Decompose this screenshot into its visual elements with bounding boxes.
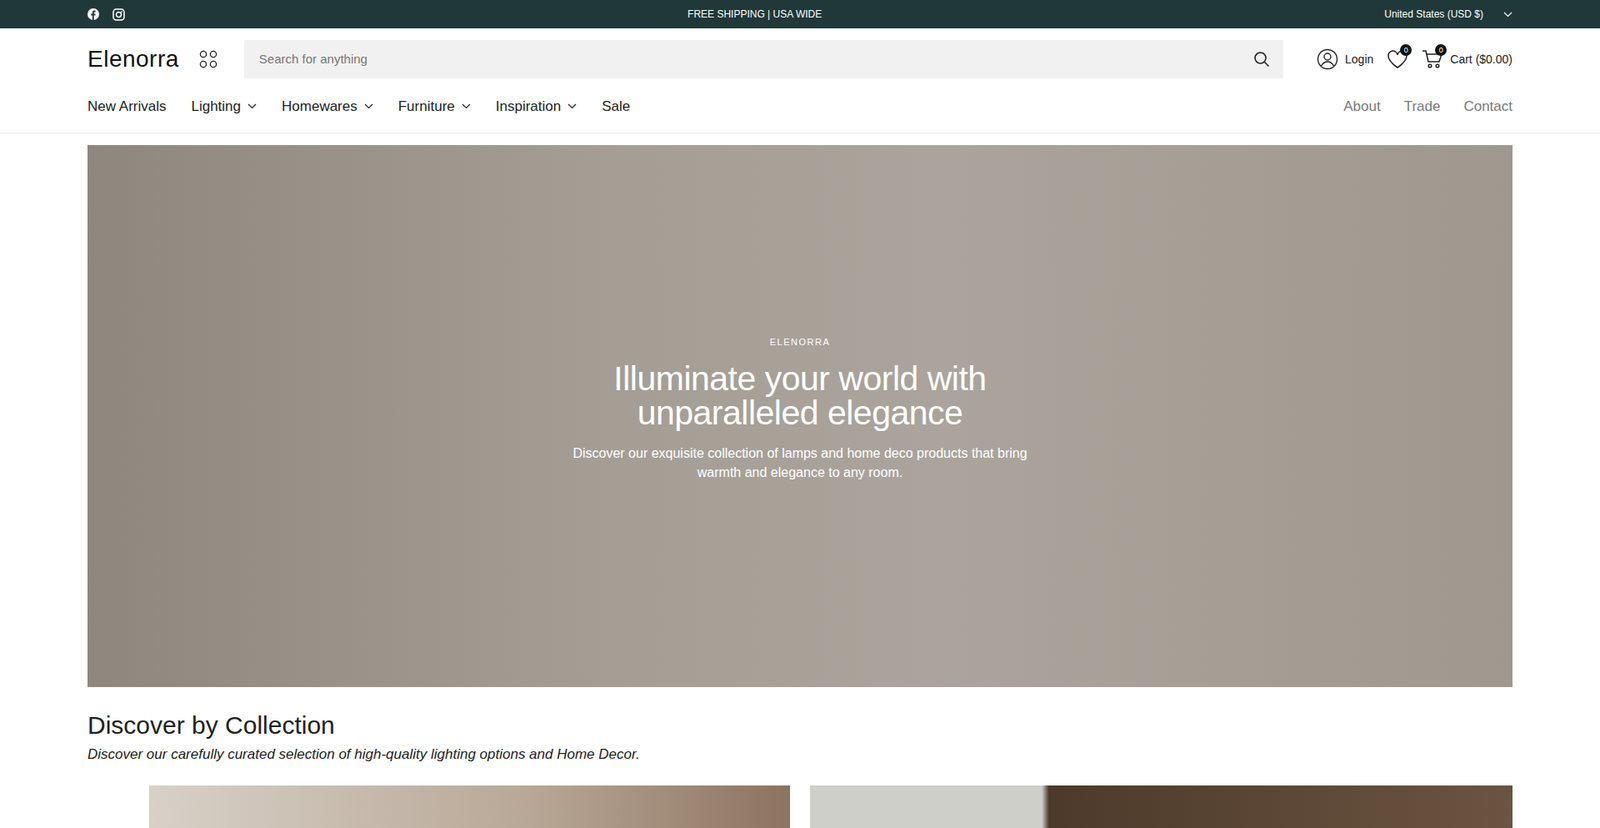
secondary-nav-item[interactable]: About (1343, 95, 1380, 118)
wishlist-count: 0 (1400, 44, 1412, 56)
nav-label[interactable]: New Arrivals (87, 95, 166, 118)
collection-title: Discover by Collection (87, 710, 1513, 740)
cart-count: 0 (1435, 44, 1447, 56)
login-label[interactable]: Login (1345, 50, 1374, 69)
secondary-nav-item[interactable]: Trade (1404, 95, 1441, 118)
nav-item[interactable]: Homewares (281, 95, 374, 118)
search-icon[interactable] (1253, 50, 1270, 68)
cart-button[interactable]: 0Cart ($0.00) (1421, 49, 1513, 70)
collection-card[interactable] (810, 785, 1513, 828)
nav-label[interactable]: Sale (601, 95, 630, 118)
nav-item[interactable]: Sale (601, 95, 630, 118)
top-bar: FREE SHIPPING | USA WIDE United States (U… (0, 0, 1600, 29)
nav-label[interactable]: Homewares (281, 95, 358, 118)
chevron-down-icon[interactable] (364, 103, 374, 110)
login-button[interactable]: Login (1316, 48, 1374, 70)
user-icon[interactable] (1316, 48, 1339, 70)
apps-icon[interactable] (199, 50, 218, 69)
collection-grid (77, 765, 1523, 828)
chevron-down-icon[interactable] (567, 103, 577, 110)
nav-item[interactable]: New Arrivals (87, 95, 166, 118)
search-input[interactable] (257, 49, 1254, 70)
instagram-icon[interactable] (112, 8, 125, 21)
chevron-down-icon[interactable] (247, 103, 257, 110)
region-label[interactable]: United States (USD $) (1384, 6, 1484, 22)
chevron-down-icon[interactable] (461, 103, 471, 110)
nav-item[interactable]: Inspiration (495, 95, 577, 118)
secondary-nav: About Trade Contact (1343, 95, 1513, 118)
hero-text: Discover our exquisite collection of lam… (554, 443, 1046, 482)
nav-item[interactable]: Furniture (398, 95, 471, 118)
nav-item[interactable]: Lighting (190, 95, 257, 118)
hero-eyebrow: ELENORRA (770, 335, 831, 350)
hero-title: Illuminate your world with unparalleled … (566, 361, 1034, 430)
secondary-nav-item[interactable]: Contact (1463, 95, 1513, 118)
chevron-down-icon[interactable] (1503, 11, 1513, 18)
facebook-icon[interactable] (87, 8, 100, 20)
hero-banner: ELENORRA Illuminate your world with unpar… (87, 145, 1513, 687)
cart-label[interactable]: Cart ($0.00) (1450, 50, 1513, 69)
region-selector[interactable]: United States (USD $) (1384, 6, 1513, 22)
social-links (87, 8, 125, 21)
collection-subtitle: Discover our carefully curated selection… (87, 743, 1513, 765)
nav-label[interactable]: Lighting (190, 95, 241, 118)
search-bar (244, 40, 1284, 79)
wishlist-button[interactable]: 0 (1386, 49, 1409, 70)
nav-label[interactable]: Inspiration (495, 95, 561, 118)
main-nav: New Arrivals Lighting Homewares Furniture In… (0, 90, 1600, 134)
logo[interactable]: Elenorra (87, 41, 180, 77)
announcement: FREE SHIPPING | USA WIDE (687, 6, 822, 22)
collection-card[interactable] (149, 785, 790, 828)
header: ElenorraLogin00Cart ($0.00) (0, 28, 1600, 90)
nav-label[interactable]: Furniture (398, 95, 455, 118)
primary-nav: New Arrivals Lighting Homewares Furniture In… (87, 95, 630, 118)
header-actions: Login 0 0Cart ($0.00) (1316, 48, 1513, 70)
